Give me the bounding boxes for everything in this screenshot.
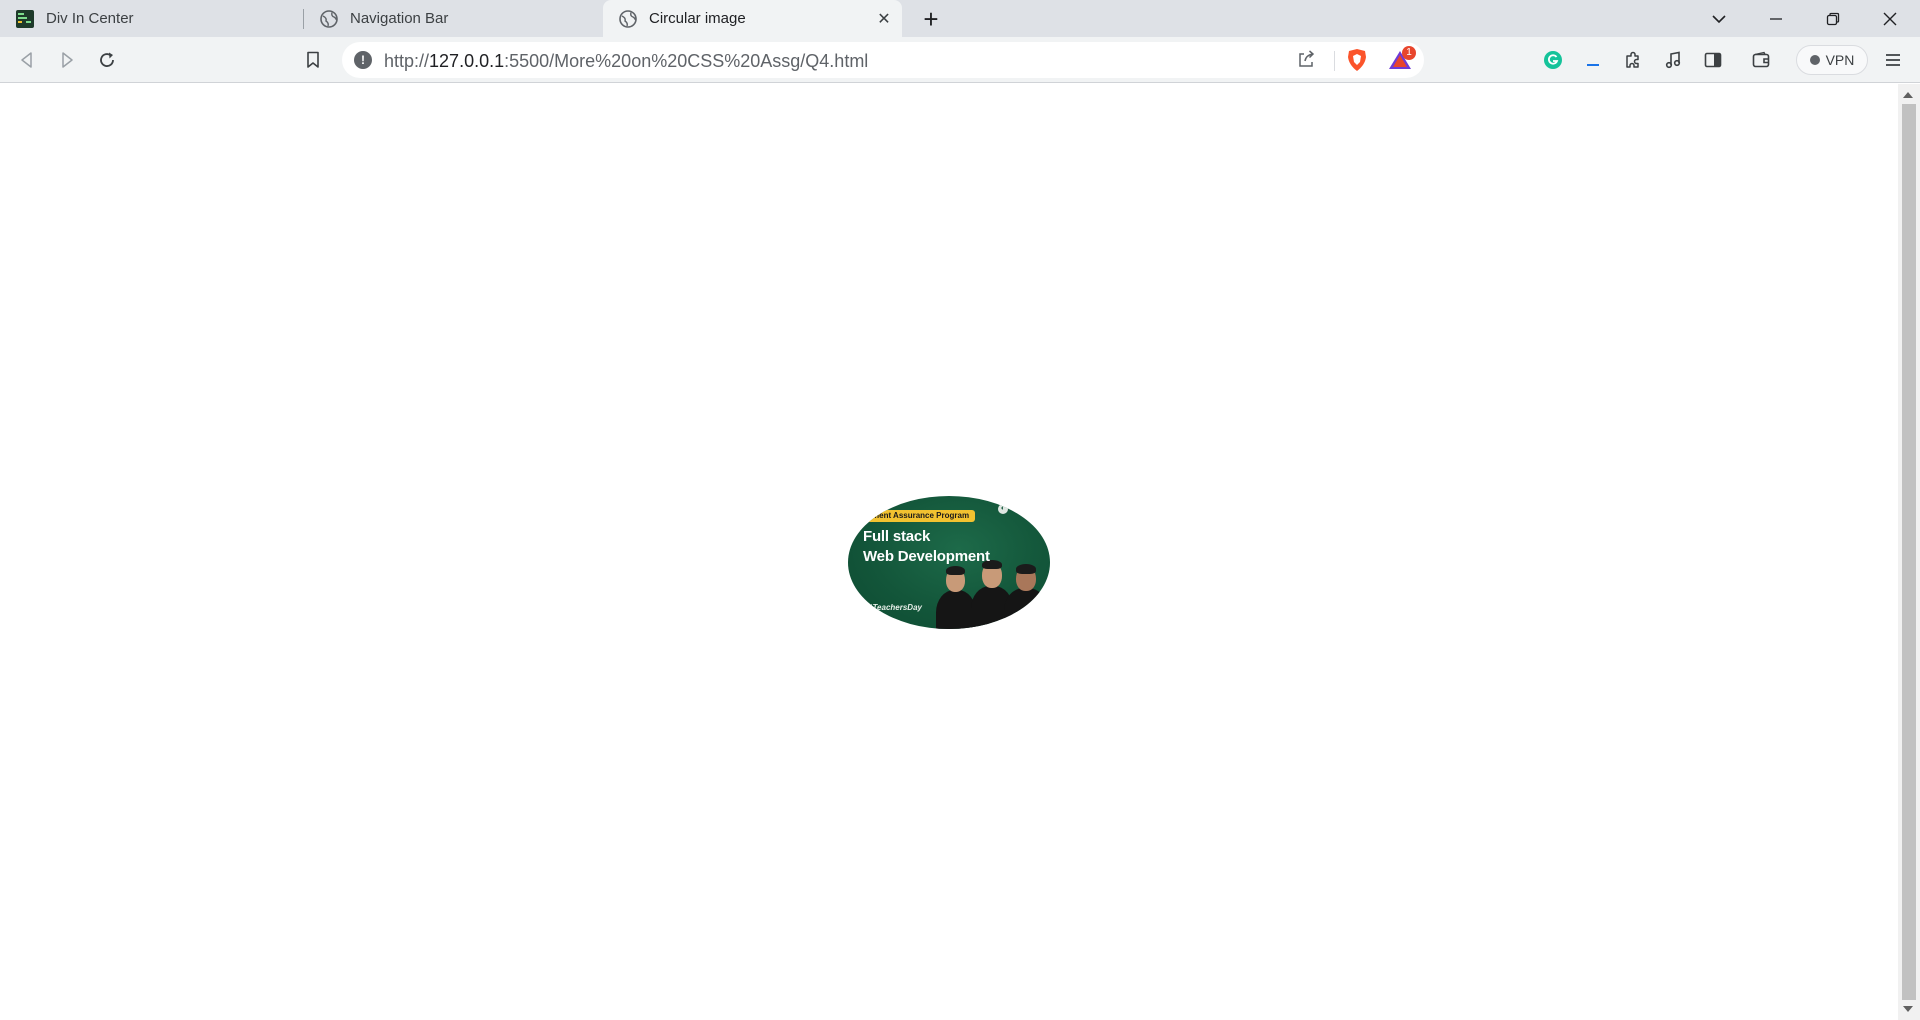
logo-icon: ◐ [998,504,1008,514]
reload-button[interactable] [92,45,122,75]
vpn-status-icon [1809,55,1820,65]
close-tab-icon[interactable]: ✕ [874,9,894,29]
image-title-line2: Web Development [863,548,990,565]
vpn-button[interactable]: VPN [1796,45,1868,75]
terminal-icon [16,9,34,28]
vpn-label: VPN [1825,52,1855,68]
close-window-icon[interactable] [1862,0,1918,37]
circular-image: ment Assurance Program ◐ Full stack Web … [848,496,1050,629]
wallet-icon[interactable] [1746,45,1776,75]
extensions-puzzle-icon[interactable] [1618,45,1648,75]
tab-title: Navigation Bar [350,10,449,27]
share-icon[interactable] [1296,49,1316,74]
tab-circular-image[interactable]: Circular image ✕ [603,0,902,37]
scroll-thumb[interactable] [1902,104,1916,1000]
browser-toolbar: ! http://127.0.0.1:5500/More%20on%20CSS%… [0,37,1920,83]
address-bar[interactable]: ! http://127.0.0.1:5500/More%20on%20CSS%… [342,42,1424,78]
url-text[interactable]: http://127.0.0.1:5500/More%20on%20CSS%20… [384,51,868,72]
tab-div-in-center[interactable]: Div In Center [0,0,302,37]
program-label: ment Assurance Program [866,510,976,522]
bookmark-icon[interactable] [298,45,328,75]
image-hashtag: #TeachersDay [868,603,922,612]
minimize-icon[interactable] [1748,0,1804,37]
url-host: 127.0.0.1 [429,51,505,71]
restore-icon[interactable] [1805,0,1861,37]
sidebar-toggle-icon[interactable] [1698,45,1728,75]
new-tab-button[interactable]: + [918,6,944,32]
scroll-up-arrow-icon[interactable] [1903,92,1913,98]
tab-search-chevron-icon[interactable] [1691,0,1747,37]
globe-icon [320,9,338,28]
tab-title: Div In Center [46,10,134,27]
rewards-badge: 1 [1402,46,1416,60]
back-button[interactable] [12,45,42,75]
brave-shields-icon[interactable] [1346,48,1368,77]
url-scheme: http:// [384,51,430,71]
site-info-icon[interactable]: ! [354,51,372,69]
scroll-down-arrow-icon[interactable] [1903,1006,1913,1012]
forward-button[interactable] [52,45,82,75]
media-music-icon[interactable] [1658,45,1688,75]
menu-hamburger-icon[interactable] [1878,45,1908,75]
vertical-scrollbar[interactable] [1898,84,1920,1020]
tab-strip: Div In Center Navigation Bar Circular im… [0,0,1920,37]
grammarly-icon[interactable] [1538,45,1568,75]
divider [1334,51,1335,71]
globe-icon [619,9,637,28]
extension-dash-icon[interactable] [1578,45,1608,75]
tab-navigation-bar[interactable]: Navigation Bar [304,0,602,37]
tab-title: Circular image [649,10,746,27]
image-title-line1: Full stack [863,528,931,545]
brave-rewards-icon[interactable]: 1 [1388,46,1416,76]
url-path: :5500/More%20on%20CSS%20Assg/Q4.html [504,51,869,71]
